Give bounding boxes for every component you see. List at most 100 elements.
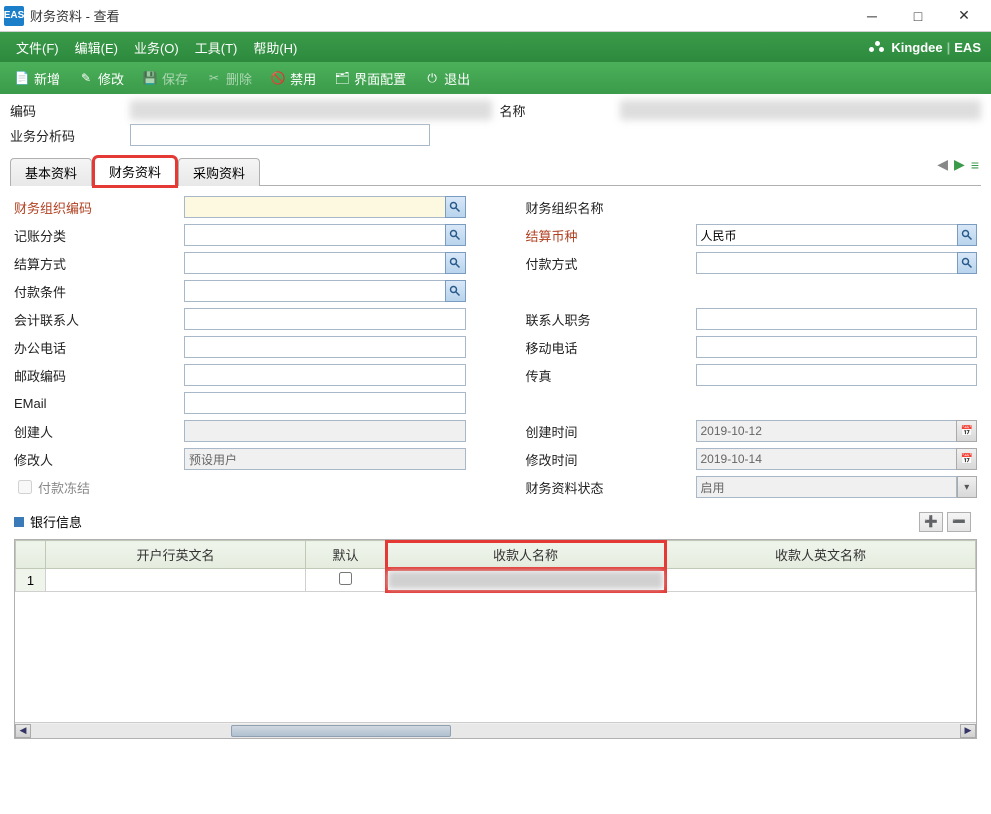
contact-title-input[interactable] (696, 308, 978, 330)
menu-biz[interactable]: 业务(O) (126, 38, 187, 57)
contact-title-label: 联系人职务 (526, 310, 696, 329)
brand-logo: Kingdee | EAS (867, 39, 981, 55)
pay-freeze-checkbox[interactable] (18, 480, 32, 494)
acct-class-input[interactable] (184, 224, 445, 246)
tab-purchase[interactable]: 采购资料 (178, 158, 260, 186)
grid-scroll-left-icon[interactable]: ◀ (15, 724, 31, 738)
email-input[interactable] (184, 392, 466, 414)
delete-label: 删除 (226, 69, 252, 88)
menu-file[interactable]: 文件(F) (8, 38, 67, 57)
fin-org-code-lookup[interactable] (445, 196, 466, 218)
tab-prev-icon[interactable]: ◀ (937, 156, 948, 173)
tab-finance[interactable]: 财务资料 (94, 157, 176, 186)
grid-del-row-button[interactable]: ➖ (947, 512, 971, 532)
pay-cond-label: 付款条件 (14, 282, 184, 301)
pay-method-lookup[interactable] (957, 252, 978, 274)
disable-button[interactable]: 🚫禁用 (262, 66, 324, 91)
acct-class-label: 记账分类 (14, 226, 184, 245)
grid-scroll-track[interactable] (31, 724, 960, 738)
analysis-input[interactable] (130, 124, 430, 146)
row-1-payee[interactable] (386, 569, 666, 592)
row-1-num: 1 (16, 569, 46, 592)
grid-scroll-right-icon[interactable]: ▶ (960, 724, 976, 738)
tabs-nav: ◀ ▶ ≡ (937, 156, 979, 173)
analysis-label: 业务分析码 (10, 126, 130, 145)
mobile-label: 移动电话 (526, 338, 696, 357)
menu-help[interactable]: 帮助(H) (245, 38, 305, 57)
office-tel-label: 办公电话 (14, 338, 184, 357)
new-button[interactable]: 📄新增 (6, 66, 68, 91)
create-time-input (696, 420, 958, 442)
brand-name: Kingdee (891, 40, 942, 55)
create-time-picker[interactable]: 📅 (956, 420, 977, 442)
name-value (620, 100, 982, 120)
window-titlebar: EAS 财务资料 - 查看 ─ □ ✕ (0, 0, 991, 32)
grid-scroll-thumb[interactable] (231, 725, 451, 737)
row-1-bank-en[interactable] (46, 569, 306, 592)
acct-contact-input[interactable] (184, 308, 466, 330)
menu-tool[interactable]: 工具(T) (187, 38, 246, 57)
delete-icon: ✂ (206, 70, 222, 86)
delete-button[interactable]: ✂删除 (198, 66, 260, 91)
table-row[interactable]: 1 (16, 569, 976, 592)
fax-label: 传真 (526, 366, 696, 385)
layout-button[interactable]: 🗂界面配置 (326, 66, 414, 91)
col-payee[interactable]: 收款人名称 (386, 541, 666, 569)
col-bank-en[interactable]: 开户行英文名 (46, 541, 306, 569)
save-button[interactable]: 💾保存 (134, 66, 196, 91)
settle-method-lookup[interactable] (445, 252, 466, 274)
form-area: 财务组织编码 财务组织名称 记账分类 结算币种 结算方式 付款方式 付款条件 会… (0, 186, 991, 749)
edit-icon: ✎ (78, 70, 94, 86)
postcode-input[interactable] (184, 364, 466, 386)
pay-method-input[interactable] (696, 252, 957, 274)
minimize-button[interactable]: ─ (849, 1, 895, 31)
row-1-default-checkbox[interactable] (339, 572, 352, 585)
pay-freeze-label: 付款冻结 (38, 478, 90, 497)
fax-input[interactable] (696, 364, 978, 386)
search-icon (449, 201, 461, 213)
grid-add-row-button[interactable]: ➕ (919, 512, 943, 532)
col-rownum[interactable] (16, 541, 46, 569)
col-default[interactable]: 默认 (306, 541, 386, 569)
acct-class-lookup[interactable] (445, 224, 466, 246)
modify-time-picker[interactable]: 📅 (956, 448, 977, 470)
tab-next-icon[interactable]: ▶ (954, 156, 965, 173)
exit-button[interactable]: ⏻退出 (416, 66, 478, 91)
row-1-payee-en[interactable] (666, 569, 976, 592)
layout-icon: 🗂 (334, 70, 350, 86)
menu-edit[interactable]: 编辑(E) (67, 38, 126, 57)
search-icon (449, 229, 461, 241)
pay-cond-lookup[interactable] (445, 280, 466, 302)
bank-grid: 开户行英文名 默认 收款人名称 收款人英文名称 1 (14, 539, 977, 739)
search-icon (961, 257, 973, 269)
fin-org-name-label: 财务组织名称 (526, 198, 696, 217)
office-tel-input[interactable] (184, 336, 466, 358)
fin-org-code-input[interactable] (184, 196, 445, 218)
settle-currency-label: 结算币种 (526, 226, 696, 245)
close-button[interactable]: ✕ (941, 1, 987, 31)
tab-basic[interactable]: 基本资料 (10, 158, 92, 186)
settle-method-input[interactable] (184, 252, 445, 274)
settle-method-label: 结算方式 (14, 254, 184, 273)
modify-button[interactable]: ✎修改 (70, 66, 132, 91)
search-icon (961, 229, 973, 241)
tab-list-icon[interactable]: ≡ (971, 157, 979, 173)
brand-sub: EAS (954, 40, 981, 55)
settle-currency-lookup[interactable] (957, 224, 978, 246)
settle-currency-input[interactable] (696, 224, 957, 246)
exit-icon: ⏻ (424, 70, 440, 86)
grid-hscroll[interactable]: ◀ ▶ (15, 722, 976, 738)
new-label: 新增 (34, 69, 60, 88)
mobile-input[interactable] (696, 336, 978, 358)
app-icon: EAS (4, 6, 24, 26)
col-payee-en[interactable]: 收款人英文名称 (666, 541, 976, 569)
save-label: 保存 (162, 69, 188, 88)
maximize-button[interactable]: □ (895, 1, 941, 31)
row-1-default[interactable] (306, 569, 386, 592)
section-marker-icon (14, 517, 24, 527)
pay-cond-input[interactable] (184, 280, 445, 302)
window-title: 财务资料 - 查看 (30, 6, 849, 25)
fin-status-dropdown[interactable]: ▾ (957, 476, 977, 498)
fin-org-name-value (696, 196, 978, 218)
tabs-wrap: 基本资料 财务资料 采购资料 ◀ ▶ ≡ (0, 152, 991, 186)
